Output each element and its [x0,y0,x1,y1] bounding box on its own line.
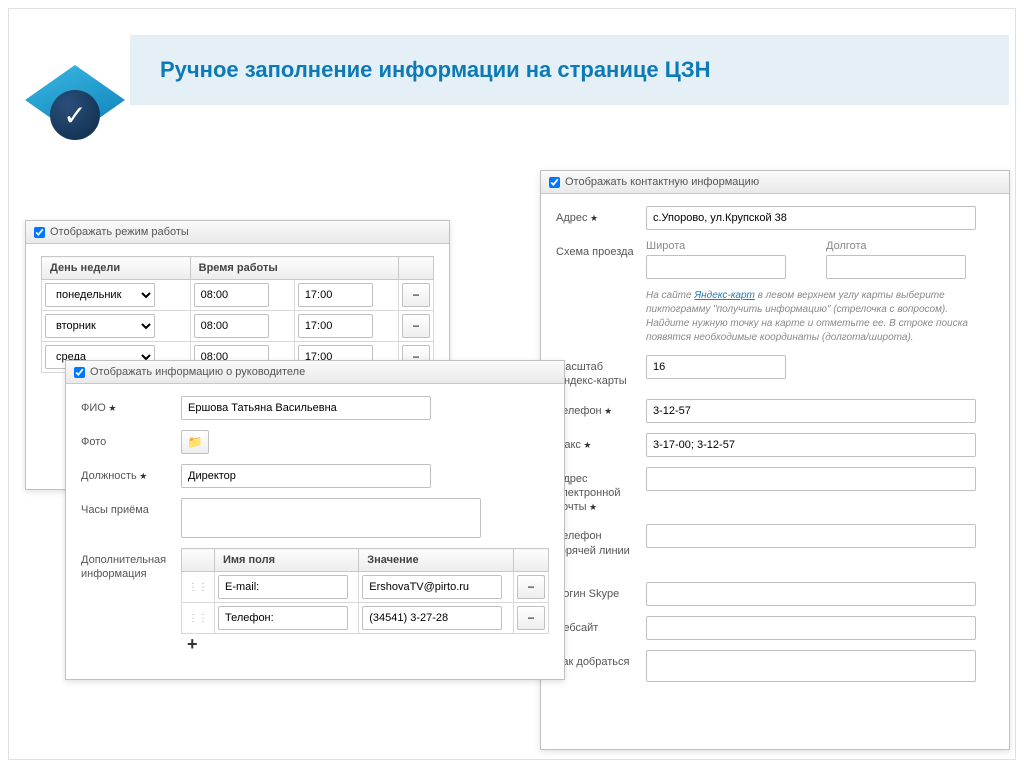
time-to-input[interactable] [298,283,373,307]
remove-row-button[interactable]: − [402,314,430,338]
email-input[interactable] [646,467,976,491]
yandex-maps-link[interactable]: Яндекс-карт [694,290,755,301]
hours-label: Часы приёма [81,498,171,517]
extra-table: Имя поля Значение ⋮⋮ − ⋮⋮ [181,548,549,634]
schedule-checkbox-label: Отображать режим работы [50,226,189,238]
field-value-input[interactable] [362,575,502,599]
schedule-table: День недели Время работы понедельник − в… [41,256,434,373]
folder-icon: 📁 [188,435,203,449]
zoom-input[interactable] [646,355,786,379]
col-fieldname: Имя поля [215,549,359,572]
schedule-checkbox[interactable] [34,227,45,238]
slide-title: Ручное заполнение информации на странице… [160,57,710,83]
schedule-panel-head: Отображать режим работы [26,221,449,244]
zoom-label: Масштаб Яндекс-карты [556,355,636,389]
phone-input[interactable] [646,399,976,423]
directions-input[interactable] [646,650,976,682]
manager-checkbox[interactable] [74,367,85,378]
contact-panel: Отображать контактную информацию Адрес С… [540,170,1010,750]
check-icon: ✓ [63,99,86,132]
website-label: Вебсайт [556,616,636,635]
website-input[interactable] [646,616,976,640]
field-name-input[interactable] [218,606,348,630]
drag-handle-icon[interactable]: ⋮⋮ [185,613,211,624]
position-input[interactable] [181,464,431,488]
manager-checkbox-label: Отображать информацию о руководителе [90,366,305,378]
slide-badge: ✓ [25,35,125,175]
photo-label: Фото [81,430,171,449]
phone-label: Телефон [556,399,636,418]
manager-panel: Отображать информацию о руководителе ФИО… [65,360,565,680]
table-row: ⋮⋮ − [182,603,549,634]
drag-handle-icon[interactable]: ⋮⋮ [185,582,211,593]
add-row-button[interactable]: + [181,632,204,656]
fio-input[interactable] [181,396,431,420]
photo-upload-button[interactable]: 📁 [181,430,209,454]
day-select[interactable]: вторник [45,314,155,338]
remove-row-button[interactable]: − [402,283,430,307]
route-label: Схема проезда [556,240,636,259]
table-row: понедельник − [42,280,434,311]
position-label: Должность [81,464,171,483]
lon-label: Долгота [826,240,966,252]
skype-label: Логин Skype [556,582,636,601]
lat-label: Широта [646,240,786,252]
hours-input[interactable] [181,498,481,538]
lat-input[interactable] [646,255,786,279]
table-row: вторник − [42,311,434,342]
extra-label: Дополнительная информация [81,548,171,582]
skype-input[interactable] [646,582,976,606]
email-label: Адрес электронной почты [556,467,636,515]
address-label: Адрес [556,206,636,225]
manager-panel-head: Отображать информацию о руководителе [66,361,564,384]
col-fieldvalue: Значение [359,549,514,572]
fax-input[interactable] [646,433,976,457]
map-hint: На сайте Яндекс-карт в левом верхнем угл… [646,289,976,345]
remove-row-button[interactable]: − [517,575,545,599]
address-input[interactable] [646,206,976,230]
day-select[interactable]: понедельник [45,283,155,307]
remove-row-button[interactable]: − [517,606,545,630]
col-day: День недели [42,257,191,280]
fax-label: Факс [556,433,636,452]
field-name-input[interactable] [218,575,348,599]
hotline-label: Телефон горячей линии [556,524,636,572]
col-time: Время работы [190,257,398,280]
directions-label: Как добраться [556,650,636,669]
time-from-input[interactable] [194,314,269,338]
time-to-input[interactable] [298,314,373,338]
fio-label: ФИО [81,396,171,415]
lon-input[interactable] [826,255,966,279]
contact-checkbox-label: Отображать контактную информацию [565,176,759,188]
field-value-input[interactable] [362,606,502,630]
table-row: ⋮⋮ − [182,572,549,603]
contact-checkbox[interactable] [549,177,560,188]
contact-panel-head: Отображать контактную информацию [541,171,1009,194]
hotline-input[interactable] [646,524,976,548]
slide-header: Ручное заполнение информации на странице… [130,35,1009,105]
time-from-input[interactable] [194,283,269,307]
